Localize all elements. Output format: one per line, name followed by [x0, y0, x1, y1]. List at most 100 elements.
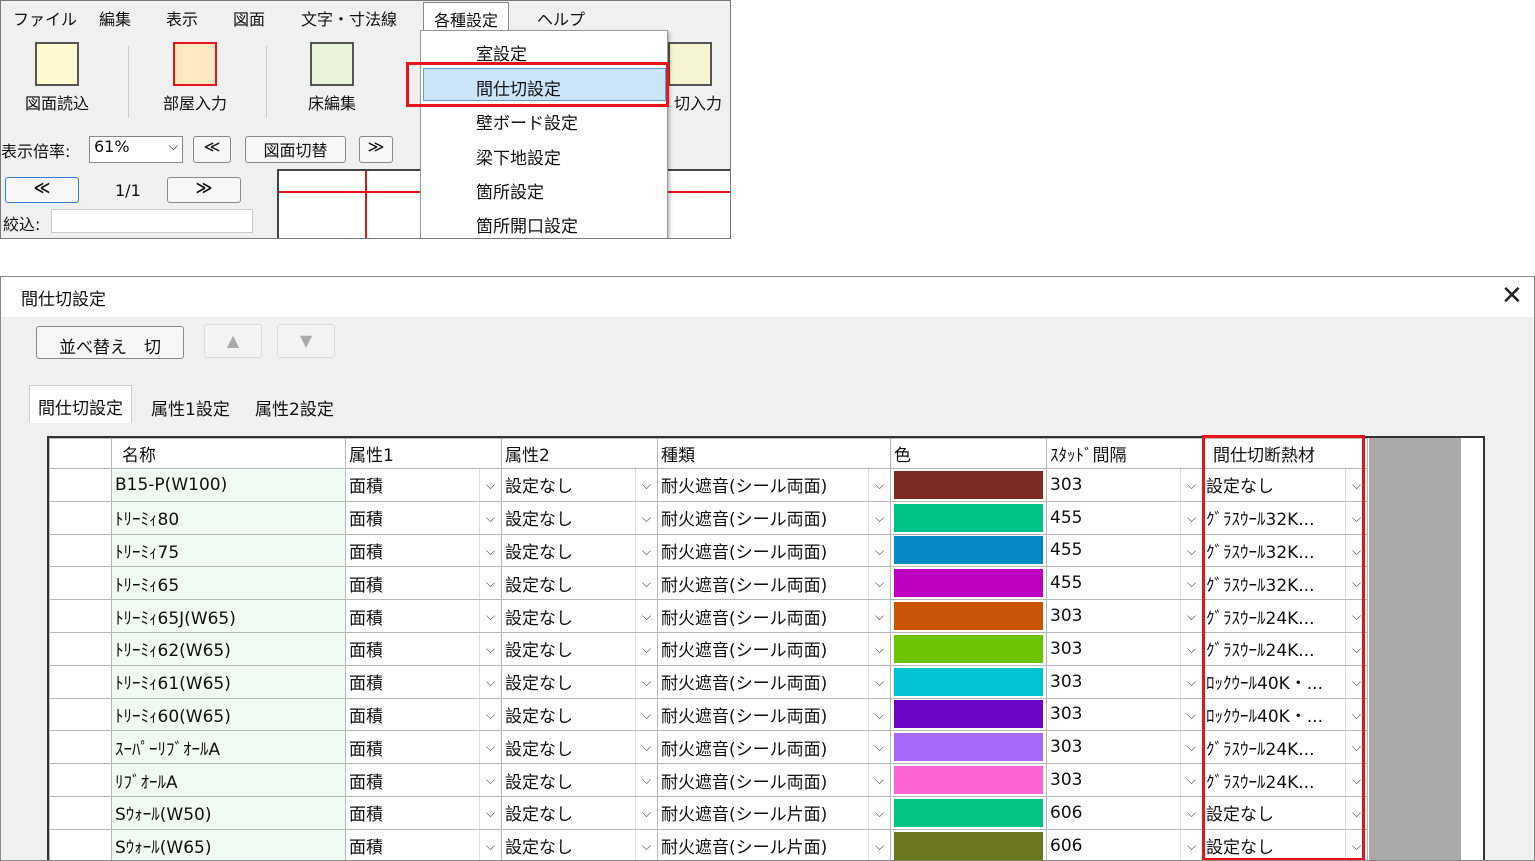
- menu-settings[interactable]: 各種設定: [423, 2, 510, 30]
- stud-spacing-select[interactable]: 455 ⌵: [1046, 500, 1203, 535]
- chevron-down-icon[interactable]: ⌵: [479, 764, 501, 796]
- attr1-select[interactable]: 面積 ⌵: [345, 631, 502, 666]
- stud-spacing-select[interactable]: 455 ⌵: [1046, 533, 1203, 568]
- chevron-down-icon[interactable]: ⌵: [1180, 797, 1202, 829]
- room-input-button[interactable]: 部屋入力: [147, 36, 243, 126]
- chevron-down-icon[interactable]: ⌵: [1180, 764, 1202, 796]
- attr2-select[interactable]: 設定なし ⌵: [501, 763, 658, 797]
- zoom-select[interactable]: 61% ⌵: [89, 136, 183, 163]
- stud-spacing-select[interactable]: 606 ⌵: [1046, 795, 1203, 830]
- tab-attribute1-settings[interactable]: 属性1設定: [143, 389, 238, 423]
- chevron-down-icon[interactable]: ⌵: [868, 666, 890, 698]
- chevron-down-icon[interactable]: ⌵: [1180, 699, 1202, 730]
- chevron-down-icon[interactable]: ⌵: [1180, 731, 1202, 763]
- stud-spacing-select[interactable]: 455 ⌵: [1046, 566, 1203, 601]
- attr1-select[interactable]: 面積 ⌵: [345, 664, 502, 699]
- attr1-select[interactable]: 面積 ⌵: [345, 468, 502, 502]
- sort-button[interactable]: 並べ替え 切: [36, 326, 184, 359]
- attr1-select[interactable]: 面積 ⌵: [345, 500, 502, 535]
- chevron-down-icon[interactable]: ⌵: [1180, 469, 1202, 501]
- color-cell[interactable]: [890, 763, 1047, 797]
- attr2-select[interactable]: 設定なし ⌵: [501, 664, 658, 699]
- menu-help[interactable]: ヘルプ: [537, 6, 585, 29]
- chevron-down-icon[interactable]: ⌵: [479, 633, 501, 665]
- chevron-down-icon[interactable]: ⌵: [1180, 567, 1202, 599]
- color-cell[interactable]: [890, 631, 1047, 666]
- stud-spacing-select[interactable]: 303 ⌵: [1046, 697, 1203, 732]
- menu-file[interactable]: ファイル: [13, 6, 77, 29]
- chevron-down-icon[interactable]: ⌵: [479, 535, 501, 566]
- attr1-select[interactable]: 面積 ⌵: [345, 828, 502, 860]
- chevron-down-icon[interactable]: ⌵: [479, 797, 501, 829]
- table-row[interactable]: ﾄﾘｰﾐｨ65J(W65) 面積 ⌵ 設定なし ⌵ 耐火遮音(シール両面) ⌵ 303 ⌵ ｸﾞﾗ…: [49, 599, 1368, 633]
- chevron-down-icon[interactable]: ⌵: [868, 600, 890, 632]
- stud-spacing-select[interactable]: 303 ⌵: [1046, 599, 1203, 633]
- chevron-down-icon[interactable]: ⌵: [635, 535, 657, 566]
- chevron-down-icon[interactable]: ⌵: [868, 830, 890, 860]
- kind-select[interactable]: 耐火遮音(シール両面) ⌵: [657, 500, 891, 535]
- kind-select[interactable]: 耐火遮音(シール片面) ⌵: [657, 828, 891, 860]
- chevron-down-icon[interactable]: ⌵: [479, 731, 501, 763]
- chevron-down-icon[interactable]: ⌵: [635, 502, 657, 534]
- move-down-button[interactable]: ▼: [277, 324, 335, 358]
- chevron-down-icon[interactable]: ⌵: [868, 633, 890, 665]
- color-cell[interactable]: [890, 468, 1047, 502]
- kind-select[interactable]: 耐火遮音(シール両面) ⌵: [657, 468, 891, 502]
- next-drawing-button[interactable]: ≫: [359, 136, 393, 163]
- table-row[interactable]: ﾘﾌﾞｵｰﾙA 面積 ⌵ 設定なし ⌵ 耐火遮音(シール両面) ⌵ 303 ⌵ ｸﾞﾗｽｳｰﾙ24…: [49, 763, 1368, 797]
- attr2-select[interactable]: 設定なし ⌵: [501, 533, 658, 568]
- chevron-down-icon[interactable]: ⌵: [635, 731, 657, 763]
- tab-partition-settings[interactable]: 間仕切設定: [29, 385, 132, 423]
- chevron-down-icon[interactable]: ⌵: [868, 469, 890, 501]
- kind-select[interactable]: 耐火遮音(シール両面) ⌵: [657, 533, 891, 568]
- chevron-down-icon[interactable]: ⌵: [635, 797, 657, 829]
- chevron-down-icon[interactable]: ⌵: [868, 797, 890, 829]
- kind-select[interactable]: 耐火遮音(シール両面) ⌵: [657, 566, 891, 601]
- kind-select[interactable]: 耐火遮音(シール両面) ⌵: [657, 664, 891, 699]
- prev-page-button[interactable]: ≪: [5, 177, 79, 203]
- chevron-down-icon[interactable]: ⌵: [868, 764, 890, 796]
- attr2-select[interactable]: 設定なし ⌵: [501, 697, 658, 732]
- kind-select[interactable]: 耐火遮音(シール片面) ⌵: [657, 795, 891, 830]
- chevron-down-icon[interactable]: ⌵: [1180, 600, 1202, 632]
- chevron-down-icon[interactable]: ⌵: [479, 699, 501, 730]
- chevron-down-icon[interactable]: ⌵: [635, 633, 657, 665]
- chevron-down-icon[interactable]: ⌵: [479, 600, 501, 632]
- chevron-down-icon[interactable]: ⌵: [635, 600, 657, 632]
- color-cell[interactable]: [890, 500, 1047, 535]
- menu-item-location-settings[interactable]: 箇所設定: [476, 178, 544, 203]
- table-row[interactable]: ﾄﾘｰﾐｨ75 面積 ⌵ 設定なし ⌵ 耐火遮音(シール両面) ⌵ 455 ⌵ ｸﾞﾗｽｳｰﾙ32…: [49, 533, 1368, 568]
- attr1-select[interactable]: 面積 ⌵: [345, 730, 502, 765]
- table-row[interactable]: Sｳｫｰﾙ(W65) 面積 ⌵ 設定なし ⌵ 耐火遮音(シール片面) ⌵ 606 ⌵ 設定なし ⌵: [49, 828, 1368, 860]
- chevron-down-icon[interactable]: ⌵: [635, 469, 657, 501]
- stud-spacing-select[interactable]: 303 ⌵: [1046, 664, 1203, 699]
- stud-spacing-select[interactable]: 303 ⌵: [1046, 631, 1203, 666]
- chevron-down-icon[interactable]: ⌵: [479, 830, 501, 860]
- chevron-down-icon[interactable]: ⌵: [479, 567, 501, 599]
- menu-view[interactable]: 表示: [166, 6, 198, 29]
- attr2-select[interactable]: 設定なし ⌵: [501, 599, 658, 633]
- table-row[interactable]: Sｳｫｰﾙ(W50) 面積 ⌵ 設定なし ⌵ 耐火遮音(シール片面) ⌵ 606 ⌵ 設定なし ⌵: [49, 795, 1368, 830]
- table-row[interactable]: ﾄﾘｰﾐｨ80 面積 ⌵ 設定なし ⌵ 耐火遮音(シール両面) ⌵ 455 ⌵ ｸﾞﾗｽｳｰﾙ32…: [49, 500, 1368, 535]
- kind-select[interactable]: 耐火遮音(シール両面) ⌵: [657, 730, 891, 765]
- attr2-select[interactable]: 設定なし ⌵: [501, 730, 658, 765]
- chevron-down-icon[interactable]: ⌵: [868, 731, 890, 763]
- color-cell[interactable]: [890, 566, 1047, 601]
- color-cell[interactable]: [890, 795, 1047, 830]
- color-cell[interactable]: [890, 828, 1047, 860]
- menu-edit[interactable]: 編集: [99, 6, 131, 29]
- floor-edit-button[interactable]: 床編集: [284, 36, 380, 126]
- stud-spacing-select[interactable]: 303 ⌵: [1046, 468, 1203, 502]
- chevron-down-icon[interactable]: ⌵: [1180, 502, 1202, 534]
- attr1-select[interactable]: 面積 ⌵: [345, 566, 502, 601]
- menu-text-dimension[interactable]: 文字・寸法線: [301, 6, 397, 29]
- attr2-select[interactable]: 設定なし ⌵: [501, 468, 658, 502]
- switch-drawing-button[interactable]: 図面切替: [245, 136, 346, 163]
- chevron-down-icon[interactable]: ⌵: [868, 535, 890, 566]
- color-cell[interactable]: [890, 730, 1047, 765]
- menu-item-wall-board-settings[interactable]: 壁ボード設定: [476, 109, 578, 134]
- menu-drawing[interactable]: 図面: [233, 6, 265, 29]
- chevron-down-icon[interactable]: ⌵: [635, 830, 657, 860]
- attr2-select[interactable]: 設定なし ⌵: [501, 500, 658, 535]
- tab-attribute2-settings[interactable]: 属性2設定: [247, 389, 342, 423]
